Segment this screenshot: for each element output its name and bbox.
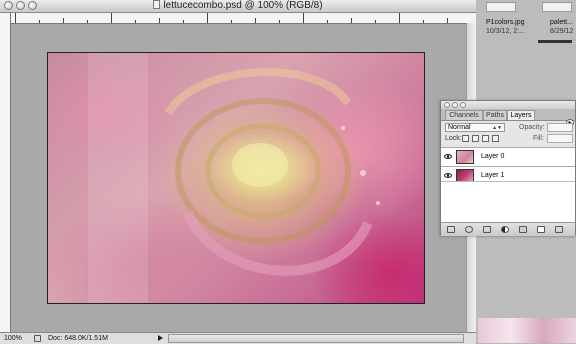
layer-row[interactable]: Layer 0	[441, 147, 575, 166]
blend-mode-value: Normal	[448, 124, 471, 131]
trash-icon[interactable]	[555, 226, 563, 233]
lock-pixels-icon[interactable]	[472, 135, 479, 142]
layers-panel-footer	[441, 222, 575, 236]
desktop-photo-thumbnail[interactable]	[478, 318, 576, 343]
layer-name[interactable]: Layer 1	[481, 171, 504, 180]
document-window: lettucecombo.psd @ 100% (RGB/8) 100% Doc…	[0, 0, 477, 344]
file-name[interactable]: P1colors.jpg	[486, 18, 525, 27]
document-title: lettucecombo.psd @ 100% (RGB/8)	[163, 0, 323, 11]
info-icon[interactable]	[34, 335, 41, 342]
file-thumbnail[interactable]	[486, 2, 516, 12]
fill-field[interactable]	[547, 134, 573, 143]
horizontal-scrollbar[interactable]	[168, 334, 464, 343]
texture-band	[88, 53, 148, 303]
document-canvas[interactable]	[47, 52, 425, 304]
blend-mode-select[interactable]: Normal ▲▼	[445, 123, 505, 132]
panel-tabs: Channels Paths Layers ▸	[441, 109, 575, 127]
fill-label: Fill:	[533, 135, 544, 142]
status-menu-arrow-icon[interactable]	[158, 335, 163, 341]
lock-all-icon[interactable]	[492, 135, 499, 142]
lock-position-icon[interactable]	[482, 135, 489, 142]
panel-titlebar[interactable]	[441, 101, 575, 109]
document-title-wrap: lettucecombo.psd @ 100% (RGB/8)	[0, 0, 476, 12]
mask-icon[interactable]	[483, 226, 491, 233]
select-arrows-icon: ▲▼	[492, 125, 502, 131]
visibility-eye-icon[interactable]	[444, 173, 452, 178]
file-thumbnail[interactable]	[538, 40, 572, 43]
link-icon[interactable]	[447, 226, 455, 233]
file-date: 8/29/12	[550, 28, 574, 35]
group-icon[interactable]	[519, 226, 527, 233]
file-date: 10/3/12, 2:...	[486, 28, 525, 35]
visibility-eye-icon[interactable]	[444, 154, 452, 159]
horizontal-ruler[interactable]	[11, 13, 476, 24]
document-titlebar[interactable]: lettucecombo.psd @ 100% (RGB/8)	[0, 0, 476, 13]
lock-transparency-icon[interactable]	[462, 135, 469, 142]
layers-panel: Channels Paths Layers ▸ Normal ▲▼ Opacit…	[440, 100, 576, 236]
lock-label: Lock:	[445, 135, 462, 142]
panel-close-button[interactable]	[444, 102, 450, 108]
tab-paths[interactable]: Paths	[483, 110, 507, 120]
opacity-field[interactable]	[547, 123, 573, 132]
layers-list-empty-area	[441, 181, 575, 222]
opacity-label: Opacity:	[519, 124, 545, 131]
adjustment-icon[interactable]	[501, 226, 509, 233]
document-icon	[153, 0, 161, 9]
panel-zoom-button[interactable]	[460, 102, 466, 108]
fx-icon[interactable]	[465, 226, 473, 233]
tab-layers[interactable]: Layers	[507, 110, 535, 120]
tab-channels[interactable]: Channels	[445, 110, 483, 120]
vertical-ruler[interactable]	[0, 23, 11, 332]
doc-size: Doc: 648.0K/1.51M	[48, 335, 108, 342]
status-bar: 100% Doc: 648.0K/1.51M	[0, 332, 476, 344]
panel-minimize-button[interactable]	[452, 102, 458, 108]
layer-thumbnail	[456, 150, 474, 164]
zoom-level[interactable]: 100%	[4, 333, 22, 344]
layer-name[interactable]: Layer 0	[481, 152, 504, 161]
file-name[interactable]: palett...	[550, 18, 573, 27]
file-thumbnail[interactable]	[542, 2, 572, 12]
new-layer-icon[interactable]	[537, 226, 545, 233]
